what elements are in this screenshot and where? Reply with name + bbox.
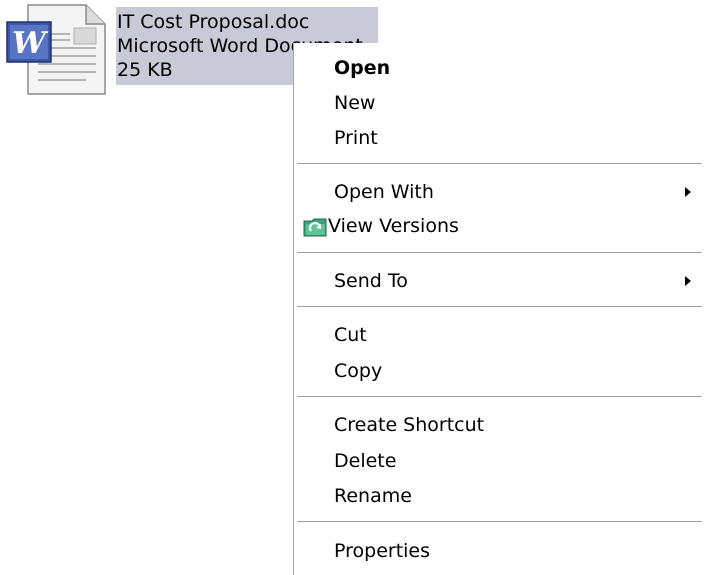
word-document-icon[interactable]: W: [6, 4, 110, 96]
menu-item-cut[interactable]: Cut: [294, 318, 705, 352]
menu-item-label: Create Shortcut: [334, 414, 485, 436]
menu-item-label: Cut: [334, 324, 367, 346]
menu-item-send-to[interactable]: Send To: [294, 264, 705, 298]
menu-item-label: Open: [334, 57, 391, 79]
menu-item-label: Rename: [334, 485, 412, 507]
menu-item-open[interactable]: Open: [294, 51, 705, 85]
menu-separator: [297, 252, 702, 254]
menu-item-copy[interactable]: Copy: [294, 354, 705, 388]
menu-item-create-shortcut[interactable]: Create Shortcut: [294, 408, 705, 442]
menu-item-label: Copy: [334, 360, 383, 382]
menu-item-label: Print: [334, 127, 378, 149]
context-menu: Open New Print Open With View Versions S…: [293, 43, 705, 575]
menu-item-label: New: [334, 92, 376, 114]
menu-item-label: Properties: [334, 540, 431, 562]
svg-text:W: W: [12, 26, 49, 61]
menu-item-new[interactable]: New: [294, 86, 705, 120]
menu-item-properties[interactable]: Properties: [294, 534, 705, 568]
menu-item-open-with[interactable]: Open With: [294, 175, 705, 209]
menu-item-print[interactable]: Print: [294, 121, 705, 155]
menu-item-label: Open With: [334, 181, 434, 203]
view-versions-icon: [302, 215, 330, 239]
menu-item-delete[interactable]: Delete: [294, 444, 705, 478]
menu-item-rename[interactable]: Rename: [294, 479, 705, 513]
menu-item-label: Send To: [334, 270, 408, 292]
file-name: IT Cost Proposal.doc: [117, 11, 310, 33]
submenu-arrow-icon: [683, 175, 693, 209]
menu-item-label: Delete: [334, 450, 397, 472]
submenu-arrow-icon: [683, 264, 693, 298]
menu-separator: [297, 306, 702, 308]
menu-item-label: View Versions: [328, 215, 459, 237]
menu-separator: [297, 396, 702, 398]
menu-separator: [297, 163, 702, 165]
menu-item-view-versions[interactable]: View Versions: [294, 209, 705, 243]
menu-separator: [297, 521, 702, 523]
